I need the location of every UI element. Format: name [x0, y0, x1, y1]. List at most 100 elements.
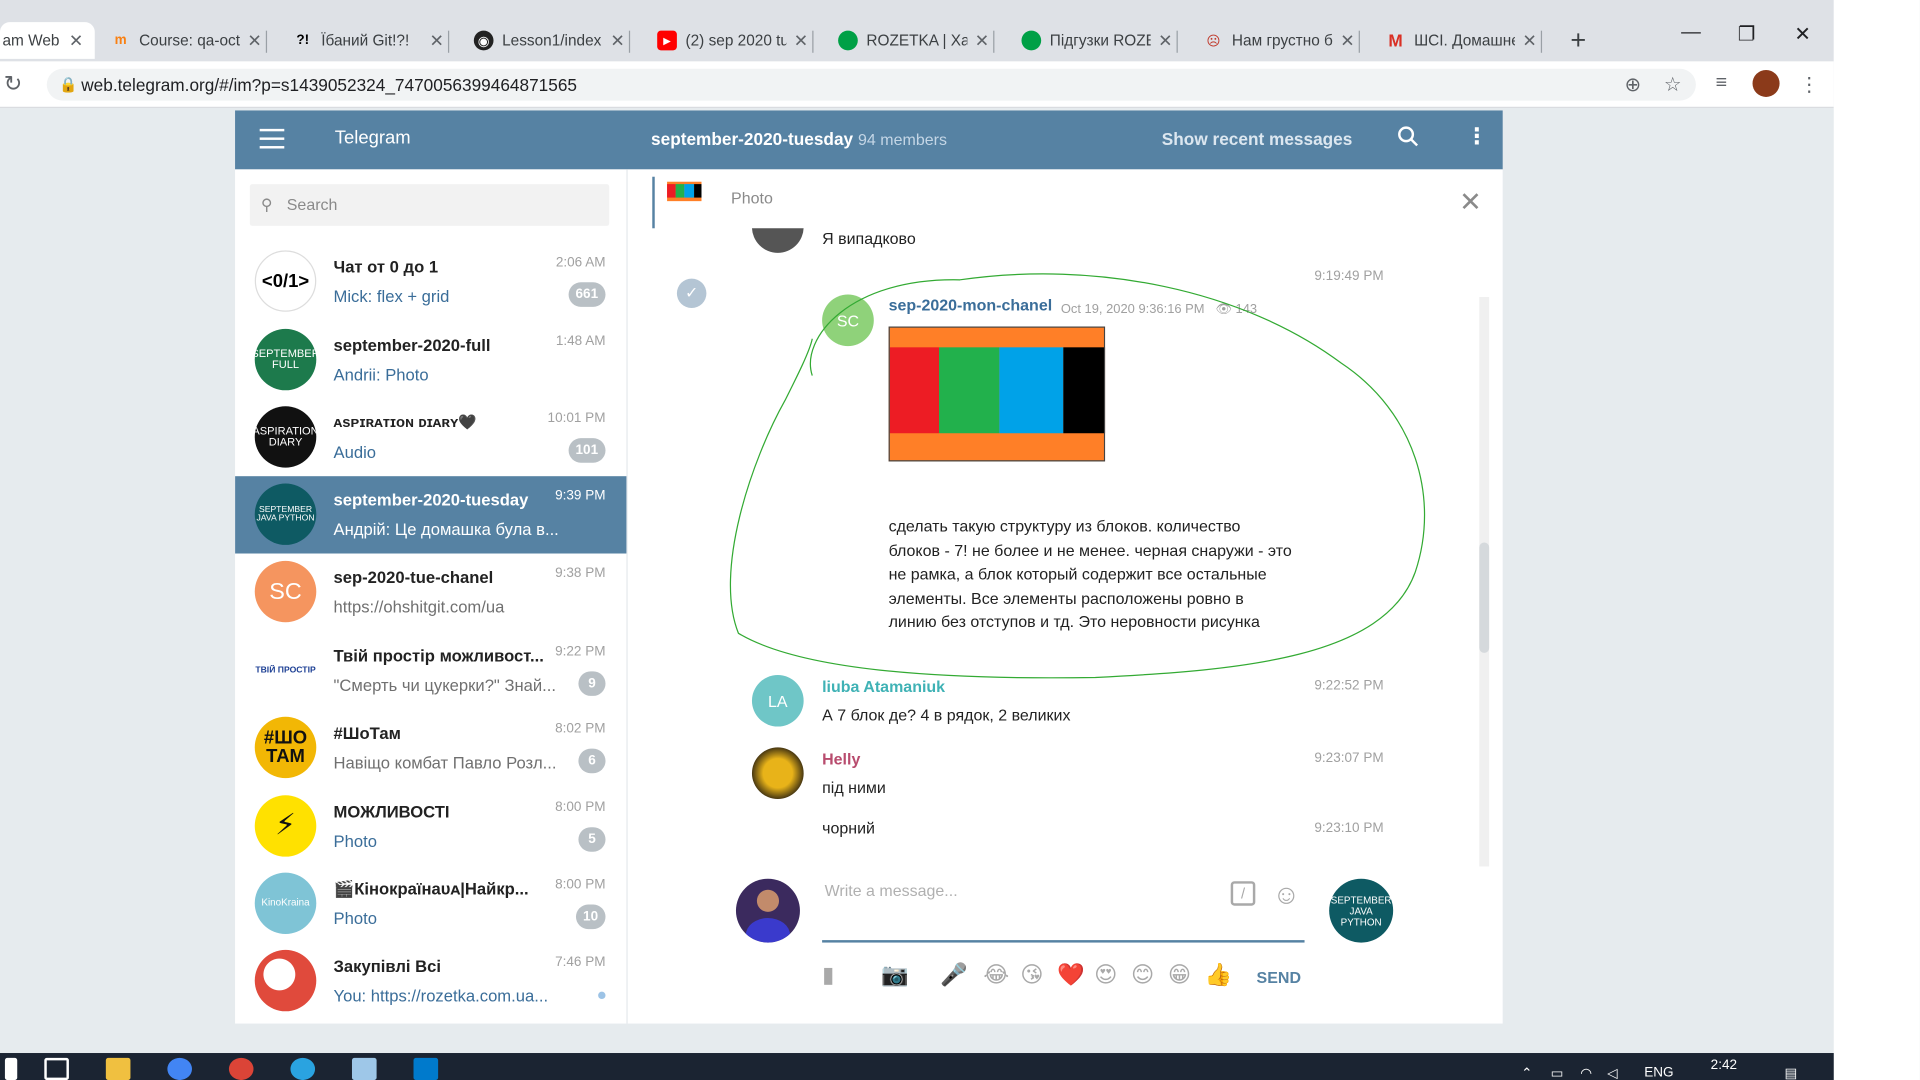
- camera-icon[interactable]: 📷: [881, 962, 909, 988]
- dialog-name: Закупівлі Всі: [333, 957, 442, 976]
- chrome-icon[interactable]: [167, 1057, 192, 1080]
- zoom-icon[interactable]: ⊕: [1625, 72, 1641, 97]
- tab-rozetka-2[interactable]: Підгузки ROZE ✕: [1012, 22, 1178, 59]
- vscode-icon[interactable]: [413, 1057, 439, 1080]
- chat-title[interactable]: september-2020-tuesday 94 members: [651, 129, 947, 149]
- tab-gmail[interactable]: M ШСІ. Домашнє ✕: [1376, 22, 1542, 59]
- battery-icon: ▭: [1550, 1066, 1564, 1080]
- close-tab-icon[interactable]: ✕: [610, 30, 624, 51]
- message-author[interactable]: liuba Atamaniuk: [822, 677, 945, 695]
- emoji-blush[interactable]: 😊: [1131, 962, 1154, 988]
- tab-git[interactable]: ?! Їбаний Git!?! ✕: [283, 22, 449, 59]
- pinned-message[interactable]: Photo ✕: [652, 174, 1489, 229]
- file-explorer-icon[interactable]: [105, 1057, 131, 1080]
- clock[interactable]: 2:42: [1711, 1058, 1737, 1073]
- dialog-item[interactable]: #ШО ТАМ #ШоТам Навіщо комбат Павло Розл.…: [235, 709, 626, 786]
- close-tab-icon[interactable]: ✕: [1340, 30, 1354, 51]
- avatar: KinoKraina: [254, 872, 317, 934]
- start-icon[interactable]: [4, 1057, 18, 1080]
- close-tab-icon[interactable]: ✕: [247, 30, 261, 51]
- search-input[interactable]: ⚲ Search: [249, 184, 610, 226]
- tab-rozetka[interactable]: ROZETKA | Хар ✕: [828, 22, 995, 59]
- microphone-icon[interactable]: 🎤: [940, 962, 968, 988]
- tab-course[interactable]: m Course: qa-oct ✕: [101, 22, 267, 59]
- close-window-icon[interactable]: ✕: [1794, 22, 1810, 47]
- more-icon[interactable]: ⋮: [1466, 124, 1488, 150]
- browser-menu-icon[interactable]: ⋮: [1799, 72, 1819, 97]
- unread-badge: 6: [578, 748, 606, 774]
- bookmark-star-icon[interactable]: ☆: [1664, 72, 1682, 97]
- dialog-item[interactable]: ⚡ МОЖЛИВОСТІ Photo 8:00 PM 5: [235, 788, 626, 865]
- dialog-preview: Photo: [333, 909, 377, 928]
- menu-icon[interactable]: [259, 128, 285, 155]
- emoji-kiss[interactable]: 😘: [1020, 962, 1043, 988]
- telegram-icon[interactable]: [290, 1057, 316, 1080]
- avatar: LA: [751, 675, 804, 727]
- rozetka-icon: [838, 30, 858, 51]
- emoji-thumbs-up[interactable]: 👍: [1205, 962, 1233, 988]
- emoji-joy[interactable]: 😂: [983, 962, 1009, 988]
- close-tab-icon[interactable]: ✕: [794, 30, 808, 51]
- close-tab-icon[interactable]: ✕: [1522, 30, 1536, 51]
- avatar: ⚡: [254, 795, 317, 857]
- language-indicator[interactable]: ENG: [1644, 1065, 1673, 1080]
- tab-github[interactable]: ◉ Lesson1/index ✕: [464, 22, 630, 59]
- tab-youtube[interactable]: ▶ (2) sep 2020 tu ✕: [647, 22, 814, 59]
- restore-icon[interactable]: ❐: [1738, 22, 1756, 47]
- show-recent-button[interactable]: Show recent messages: [1162, 129, 1353, 149]
- dialog-item[interactable]: SEPTEMBER FULL september-2020-full Andri…: [235, 322, 626, 399]
- scrollbar[interactable]: [1479, 297, 1490, 867]
- dialog-preview: Навіщо комбат Павло Розл...: [333, 753, 557, 772]
- reading-list-icon[interactable]: ≡: [1716, 72, 1727, 94]
- attach-file-icon[interactable]: ▮: [822, 962, 834, 988]
- select-check-icon[interactable]: ✓: [676, 278, 707, 309]
- notifications-icon[interactable]: ▤: [1785, 1065, 1798, 1080]
- wifi-icon[interactable]: ◠: [1580, 1065, 1592, 1080]
- tab-title: Course: qa-oct: [139, 31, 240, 50]
- close-icon[interactable]: ✕: [1459, 187, 1482, 219]
- close-tab-icon[interactable]: ✕: [975, 30, 989, 51]
- reload-icon[interactable]: ↻: [4, 71, 23, 97]
- notepad-icon[interactable]: [351, 1057, 377, 1080]
- dialog-name: september-2020-full: [333, 336, 491, 355]
- dialog-item[interactable]: ТВІЙ ПРОСТІР Твій простір можливост... "…: [235, 632, 626, 709]
- volume-icon[interactable]: ◁: [1607, 1065, 1617, 1080]
- dialog-item[interactable]: ASPIRATION DIARY ᴀsᴘɪʀᴀᴛɪᴏɴ ᴅɪᴀʀʏ🖤 Audio…: [235, 399, 626, 476]
- commands-icon[interactable]: /: [1230, 881, 1256, 906]
- tray-chevron-icon[interactable]: ⌃: [1521, 1065, 1532, 1080]
- tab-title: Нам грустно б: [1231, 31, 1333, 50]
- emoji-icon[interactable]: ☺: [1273, 879, 1301, 911]
- tab-telegram[interactable]: am Web ✕: [0, 22, 95, 59]
- emoji-heart[interactable]: ❤️: [1057, 962, 1085, 988]
- sad-icon: ☹: [1206, 33, 1221, 49]
- search-icon[interactable]: [1397, 125, 1419, 153]
- close-tab-icon[interactable]: ✕: [1158, 30, 1172, 51]
- minimize-icon[interactable]: —: [1681, 22, 1701, 44]
- emoji-heart-eyes[interactable]: 😍: [1094, 962, 1117, 988]
- new-tab-icon[interactable]: +: [1570, 25, 1586, 57]
- emoji-grin[interactable]: 😁: [1168, 962, 1191, 988]
- hand-drawn-annotation: [729, 273, 1426, 679]
- dialog-time: 9:39 PM: [555, 488, 606, 504]
- close-tab-icon[interactable]: ✕: [430, 30, 444, 51]
- url-field[interactable]: 🔒 web.telegram.org/#/im?p=s1439052324_74…: [46, 68, 1696, 101]
- avatar: <0/1>: [254, 250, 317, 312]
- dialog-time: 8:02 PM: [555, 721, 606, 737]
- dialog-item[interactable]: SC sep-2020-tue-chanel https://ohshitgit…: [235, 554, 626, 631]
- dialog-item[interactable]: <0/1> Чат от 0 до 1 Mick: flex + grid 2:…: [235, 243, 626, 320]
- avatar: ТВІЙ ПРОСТІР: [254, 639, 317, 701]
- dialog-item[interactable]: Закупівлі Всі You: https://rozetka.com.u…: [235, 943, 626, 1020]
- dialog-item-active[interactable]: SEPTEMBER JAVA PYTHON september-2020-tue…: [235, 476, 627, 554]
- tab-title: am Web: [2, 31, 60, 50]
- task-view-icon[interactable]: [44, 1057, 69, 1080]
- close-tab-icon[interactable]: ✕: [69, 30, 83, 51]
- profile-avatar[interactable]: [1752, 69, 1780, 97]
- send-button[interactable]: SEND: [1257, 968, 1301, 986]
- dialog-name: september-2020-tuesday: [333, 490, 529, 510]
- message-author[interactable]: Helly: [822, 750, 860, 768]
- chrome-icon[interactable]: [228, 1057, 254, 1080]
- tab-sad[interactable]: ☹ Нам грустно б ✕: [1194, 22, 1360, 59]
- dialog-item[interactable]: KinoKraina 🎬Кінокраїнаᴜᴀ|Найкр... Photo …: [235, 865, 626, 942]
- scrollbar-thumb[interactable]: [1479, 542, 1490, 653]
- avatar: ASPIRATION DIARY: [254, 406, 317, 468]
